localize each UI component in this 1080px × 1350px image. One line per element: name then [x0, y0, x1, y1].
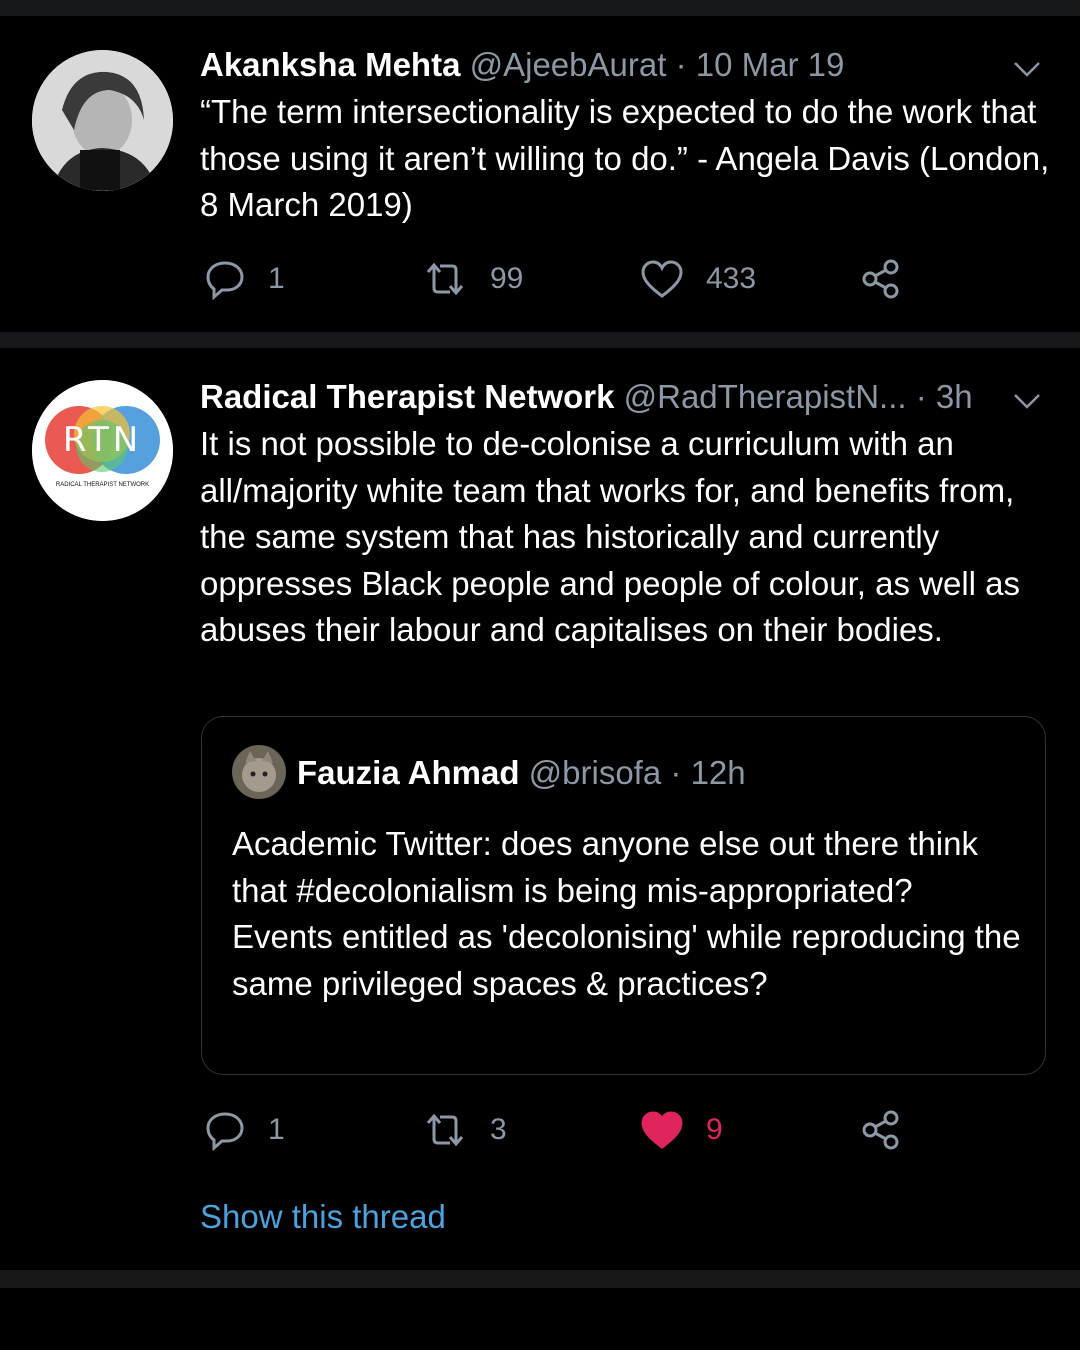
quoted-author-handle[interactable]: @brisofa	[529, 754, 662, 791]
quoted-author-name[interactable]: Fauzia Ahmad	[297, 754, 519, 791]
divider	[0, 1270, 1080, 1288]
share-button[interactable]	[860, 257, 902, 301]
reply-button[interactable]: 1	[204, 1108, 285, 1152]
avatar[interactable]: RTN RADICAL THERAPIST NETWORK	[32, 380, 173, 521]
like-button[interactable]: 9	[640, 1108, 723, 1152]
separator: ·	[670, 754, 682, 791]
like-count: 9	[706, 1113, 723, 1146]
reply-button[interactable]: 1	[204, 257, 285, 301]
quoted-text: Academic Twitter: does anyone else out t…	[232, 825, 1021, 1002]
tweet-actions: 1 3 9	[200, 1108, 920, 1152]
like-icon	[641, 260, 683, 298]
retweet-count: 3	[490, 1113, 507, 1146]
chevron-down-icon[interactable]	[1010, 52, 1044, 86]
timestamp[interactable]: 3h	[936, 378, 973, 415]
chevron-down-icon[interactable]	[1010, 384, 1044, 418]
divider	[0, 0, 1080, 16]
tweet-text: It is not possible to de-colonise a curr…	[200, 425, 1021, 648]
avatar[interactable]	[32, 50, 173, 191]
author-handle[interactable]: @AjeebAurat	[470, 46, 667, 83]
share-button[interactable]	[860, 1108, 902, 1152]
tweet-header: Radical Therapist Network @RadTherapistN…	[200, 377, 973, 417]
tweet-actions: 1 99 433	[200, 257, 920, 301]
tweet-text: “The term intersectionality is expected …	[200, 93, 1050, 223]
retweet-button[interactable]: 99	[422, 257, 523, 301]
reply-count: 1	[268, 262, 285, 295]
author-name[interactable]: Radical Therapist Network	[200, 378, 614, 415]
retweet-icon	[426, 262, 464, 296]
reply-count: 1	[268, 1113, 285, 1146]
share-icon	[862, 259, 899, 299]
share-icon	[862, 1110, 899, 1150]
like-icon	[641, 1111, 683, 1149]
quoted-avatar[interactable]	[232, 745, 286, 799]
author-handle[interactable]: @RadTherapistN...	[624, 378, 907, 415]
divider	[0, 332, 1080, 348]
timestamp[interactable]: 10 Mar 19	[696, 46, 845, 83]
like-count: 433	[706, 262, 757, 295]
separator: ·	[675, 46, 687, 83]
retweet-count: 99	[490, 262, 524, 295]
avatar-logo-text: RTN	[62, 420, 143, 460]
tweet-header: Akanksha Mehta @AjeebAurat · 10 Mar 19	[200, 45, 844, 85]
separator: ·	[915, 378, 927, 415]
reply-icon	[206, 1112, 244, 1151]
like-button[interactable]: 433	[640, 257, 756, 301]
reply-icon	[206, 261, 244, 300]
quoted-header: Fauzia Ahmad @brisofa · 12h	[297, 753, 746, 793]
show-thread-link[interactable]: Show this thread	[200, 1195, 446, 1239]
quoted-tweet[interactable]: Fauzia Ahmad @brisofa · 12h Academic Twi…	[201, 716, 1046, 1075]
quoted-timestamp[interactable]: 12h	[691, 754, 746, 791]
avatar-caption: RADICAL THERAPIST NETWORK	[55, 482, 150, 488]
retweet-button[interactable]: 3	[422, 1108, 507, 1152]
tweet[interactable]: Akanksha Mehta @AjeebAurat · 10 Mar 19 “…	[0, 45, 1080, 318]
retweet-icon	[426, 1113, 464, 1147]
author-name[interactable]: Akanksha Mehta	[200, 46, 460, 83]
